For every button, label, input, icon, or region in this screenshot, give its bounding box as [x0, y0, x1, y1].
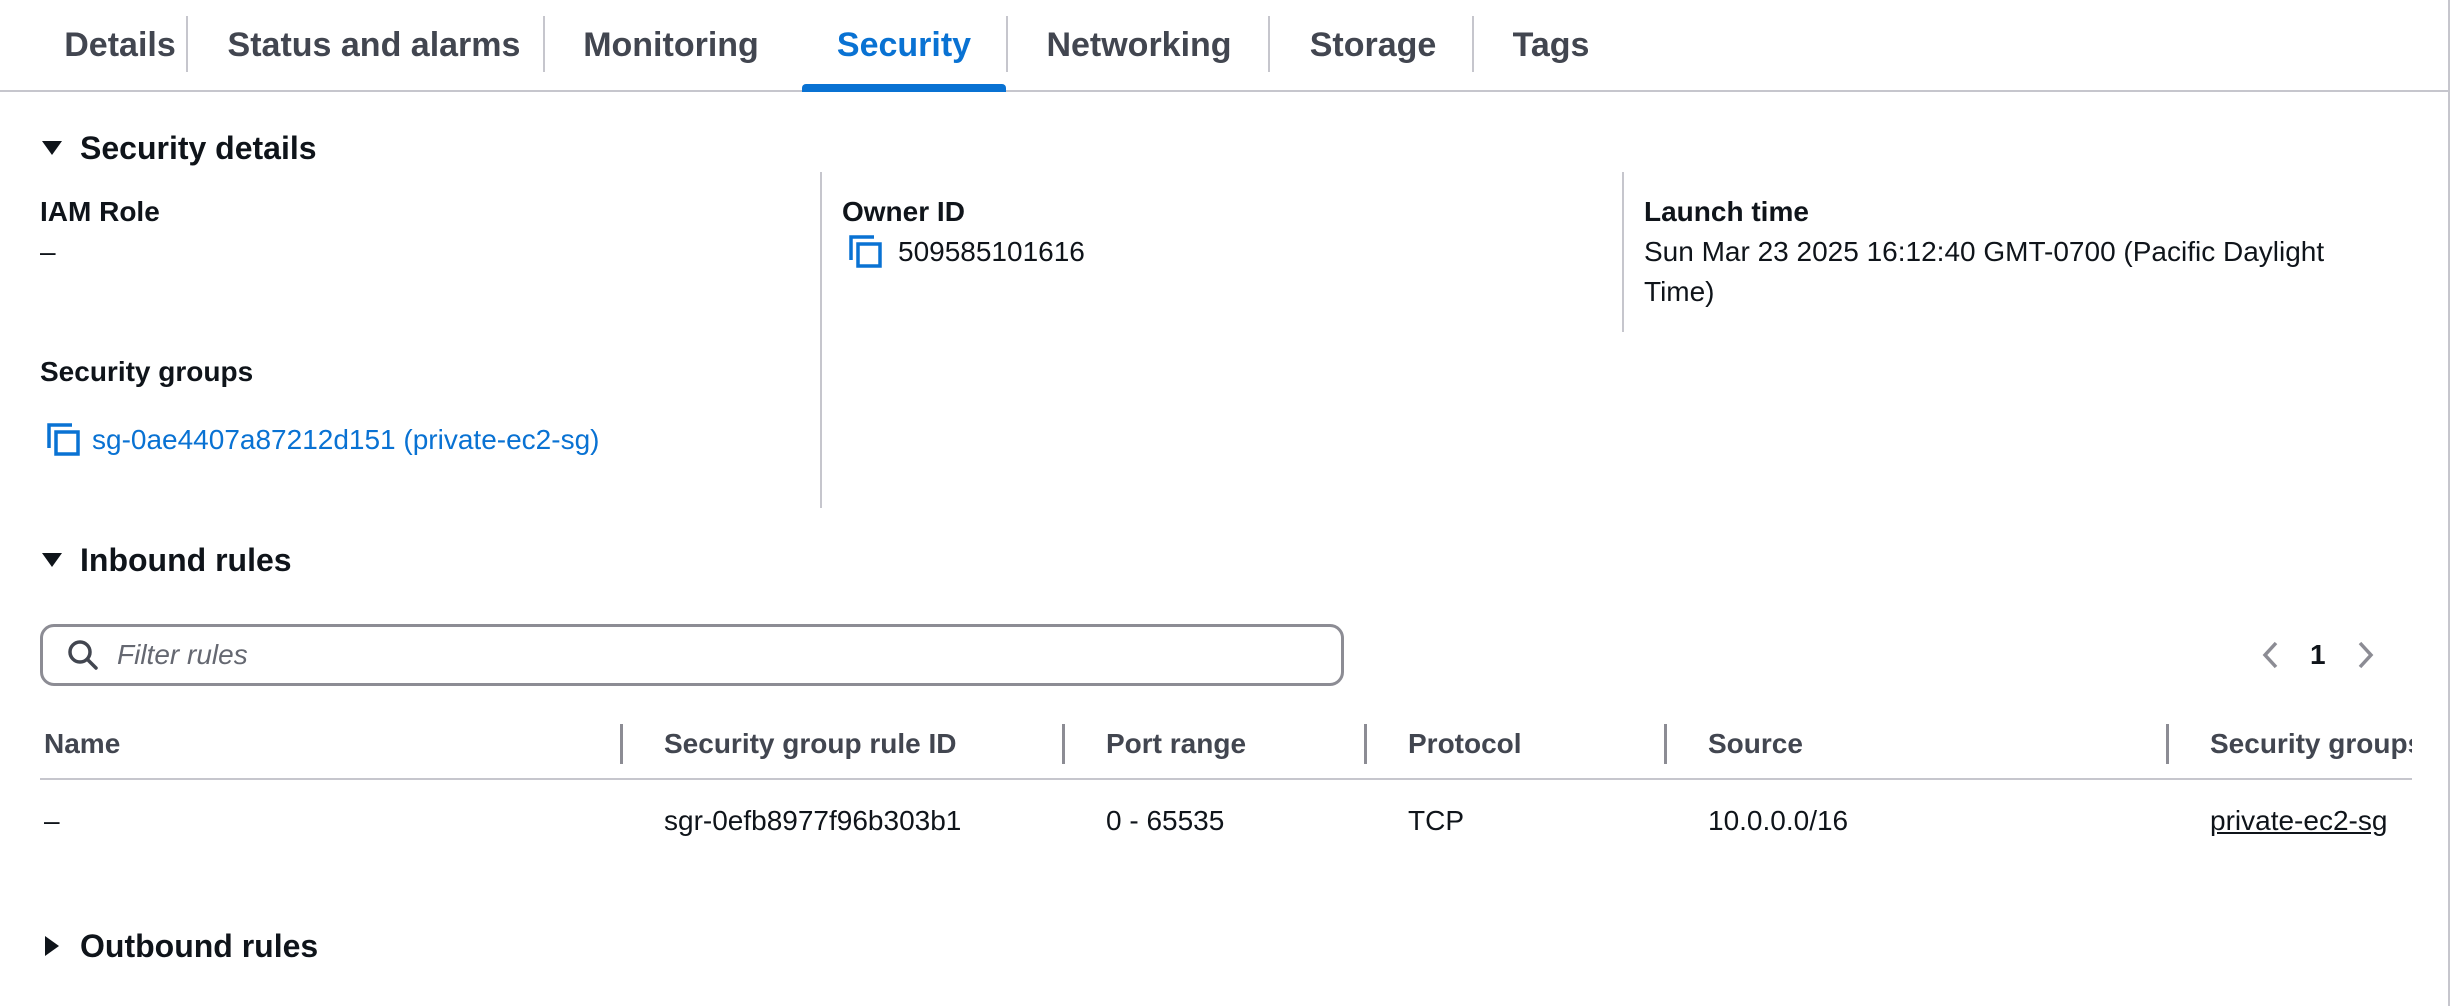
filter-rules-field[interactable] [40, 624, 1344, 686]
tab-security[interactable]: Security [802, 0, 1006, 92]
tab-divider [543, 16, 545, 72]
tab-storage[interactable]: Storage [1290, 0, 1456, 90]
column-header-source[interactable]: Source [1708, 710, 1803, 778]
inbound-rules-toggle[interactable]: Inbound rules [40, 540, 292, 580]
security-groups-label: Security groups [40, 356, 254, 387]
owner-id-value: 509585101616 [898, 236, 1085, 267]
tab-monitoring[interactable]: Monitoring [560, 0, 782, 90]
copy-icon[interactable] [848, 234, 884, 270]
copy-icon[interactable] [46, 422, 82, 458]
tab-divider [1472, 16, 1474, 72]
column-resizer[interactable] [1062, 724, 1065, 764]
column-resizer[interactable] [2166, 724, 2169, 764]
cell-port-range: 0 - 65535 [1106, 805, 1225, 836]
tab-status-and-alarms[interactable]: Status and alarms [214, 0, 534, 90]
inbound-rules-table: Name Security group rule ID Port range P… [40, 710, 2412, 900]
column-resizer[interactable] [1664, 724, 1667, 764]
owner-id-label: Owner ID [842, 196, 965, 227]
security-details-title: Security details [80, 129, 317, 166]
caret-down-icon [42, 141, 62, 155]
column-header-name[interactable]: Name [44, 710, 120, 778]
security-group-link[interactable]: sg-0ae4407a87212d151 (private-ec2-sg) [92, 420, 599, 460]
tab-divider [1268, 16, 1270, 72]
tab-divider [1006, 16, 1008, 72]
cell-protocol: TCP [1408, 805, 1464, 836]
tab-tags[interactable]: Tags [1494, 0, 1608, 90]
pagination: 1 [2256, 630, 2380, 680]
caret-down-icon [42, 553, 62, 567]
cell-security-group-link[interactable]: private-ec2-sg [2210, 796, 2387, 846]
column-header-protocol[interactable]: Protocol [1408, 710, 1522, 778]
inbound-rules-title: Inbound rules [80, 541, 292, 578]
caret-right-icon [45, 936, 59, 956]
table-header-border [40, 778, 2412, 780]
column-header-port-range[interactable]: Port range [1106, 710, 1246, 778]
iam-role-value: – [40, 236, 56, 267]
chevron-left-icon[interactable] [2256, 638, 2286, 672]
column-resizer[interactable] [1364, 724, 1367, 764]
instance-detail-panel: Details Status and alarms Monitoring Sec… [0, 0, 2454, 1006]
search-icon [68, 640, 98, 670]
column-divider [820, 172, 822, 508]
page-number[interactable]: 1 [2310, 639, 2326, 671]
outbound-rules-title: Outbound rules [80, 927, 319, 964]
filter-rules-input[interactable] [117, 630, 1297, 680]
column-resizer[interactable] [620, 724, 623, 764]
iam-role-label: IAM Role [40, 196, 160, 227]
launch-time-label: Launch time [1644, 196, 1809, 227]
chevron-right-icon[interactable] [2350, 638, 2380, 672]
cell-rule-id: sgr-0efb8977f96b303b1 [664, 805, 962, 836]
tab-networking[interactable]: Networking [1028, 0, 1250, 90]
column-header-rule-id[interactable]: Security group rule ID [664, 710, 957, 778]
cell-source: 10.0.0.0/16 [1708, 805, 1849, 836]
cell-name: – [44, 805, 60, 836]
panel-edge [2448, 0, 2450, 1006]
security-details-toggle[interactable]: Security details [40, 128, 317, 168]
tab-divider [186, 16, 188, 72]
launch-time-value: Sun Mar 23 2025 16:12:40 GMT-0700 (Pacif… [1644, 236, 2325, 307]
outbound-rules-toggle[interactable]: Outbound rules [40, 926, 318, 966]
column-header-security-groups[interactable]: Security groups [2210, 710, 2412, 778]
tab-bar: Details Status and alarms Monitoring Sec… [0, 0, 2450, 92]
tab-details[interactable]: Details [20, 0, 220, 90]
column-divider [1622, 172, 1624, 332]
